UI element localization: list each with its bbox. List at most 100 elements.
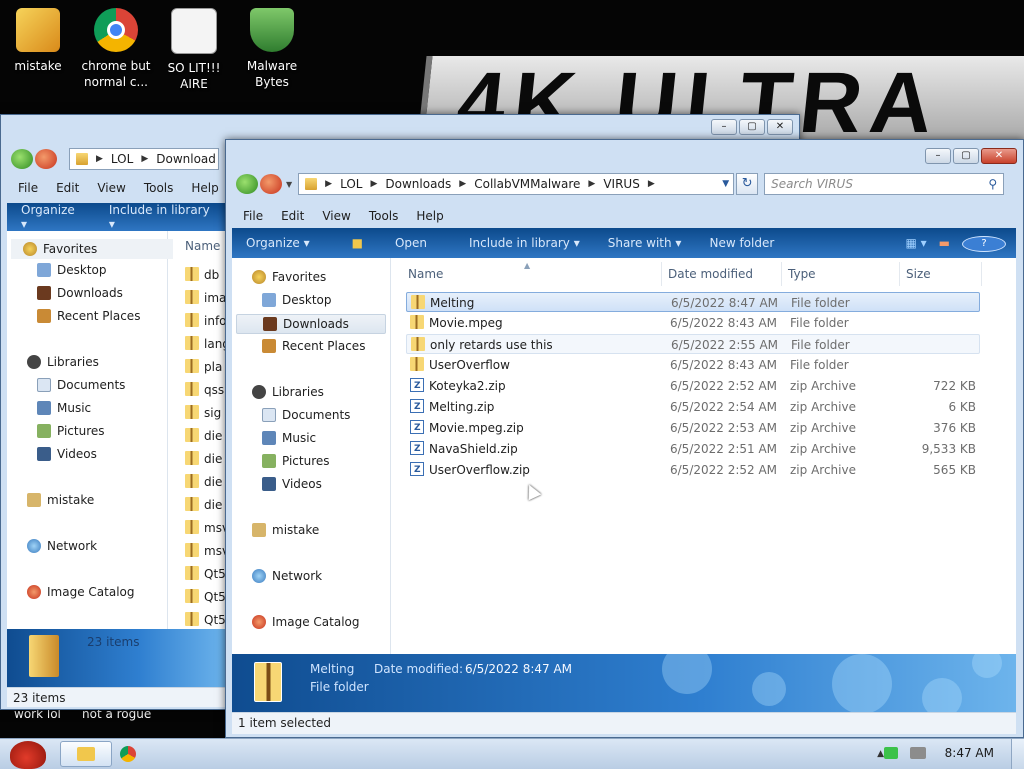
table-row[interactable]: Movie.mpeg 6/5/2022 8:43 AM File folder <box>406 313 980 333</box>
nav-desktop[interactable]: Desktop <box>262 293 332 307</box>
explorer-window-front[interactable]: – ▢ ✕ ▼ ▶ LOL ▶ Downloads ▶ CollabVMMalw… <box>225 139 1024 738</box>
nav-music[interactable]: Music <box>262 431 316 445</box>
nav-favorites[interactable]: Favorites <box>252 270 326 284</box>
desktop-icon-cards[interactable]: SO LIT!!! AIRE <box>156 8 232 92</box>
start-button[interactable] <box>4 739 48 769</box>
table-row[interactable]: Koteyka2.zip 6/5/2022 2:52 AM zip Archive 7… <box>406 376 980 396</box>
close-button[interactable]: ✕ <box>981 148 1017 164</box>
nav-downloads[interactable]: Downloads <box>37 286 123 300</box>
breadcrumb-lol[interactable]: LOL <box>340 177 362 191</box>
address-dropdown-icon[interactable]: ▼ <box>722 179 729 189</box>
menu-tools[interactable]: Tools <box>135 179 183 197</box>
taskbar-chrome-button[interactable] <box>118 741 140 767</box>
desktop-icon-malwarebytes[interactable]: Malware Bytes <box>234 8 310 90</box>
list-item[interactable]: info <box>185 311 227 331</box>
taskbar-explorer-button[interactable] <box>60 741 112 767</box>
menu-help[interactable]: Help <box>182 179 227 197</box>
column-header-type[interactable]: Type <box>784 262 900 286</box>
list-item[interactable]: die <box>185 472 222 492</box>
close-button[interactable]: ✕ <box>767 119 793 135</box>
nav-recent[interactable]: Recent Places <box>37 309 140 323</box>
list-item[interactable]: die <box>185 449 222 469</box>
nav-pictures[interactable]: Pictures <box>262 454 330 468</box>
breadcrumb-item[interactable]: Download <box>156 152 216 166</box>
nav-image-catalog[interactable]: Image Catalog <box>252 615 359 629</box>
nav-network[interactable]: Network <box>27 539 97 553</box>
list-item[interactable]: qss <box>185 380 224 400</box>
table-row[interactable]: UserOverflow.zip 6/5/2022 2:52 AM zip Arch… <box>406 460 980 480</box>
show-hidden-icons-icon[interactable]: ▲ <box>877 749 884 759</box>
nav-desktop[interactable]: Desktop <box>37 263 107 277</box>
list-item[interactable]: die <box>185 495 222 515</box>
nav-libraries[interactable]: Libraries <box>252 385 324 399</box>
include-library-button[interactable]: Include in library ▾ <box>455 236 594 250</box>
menu-file[interactable]: File <box>234 207 272 225</box>
nav-videos[interactable]: Videos <box>37 447 97 461</box>
back-button[interactable] <box>11 149 33 169</box>
new-folder-button[interactable]: New folder <box>695 236 788 250</box>
back-button[interactable] <box>236 174 258 194</box>
forward-button[interactable] <box>35 149 57 169</box>
search-input[interactable]: Search VIRUS ⚲ <box>764 173 1005 195</box>
list-item[interactable]: msv <box>185 518 229 538</box>
menu-edit[interactable]: Edit <box>47 179 88 197</box>
nav-downloads[interactable]: Downloads <box>236 314 386 334</box>
minimize-button[interactable]: – <box>711 119 737 135</box>
column-header-name[interactable]: Name ▲ <box>404 261 662 286</box>
menu-file[interactable]: File <box>9 179 47 197</box>
breadcrumb-virus[interactable]: VIRUS <box>603 177 640 191</box>
list-item[interactable]: ima <box>185 288 226 308</box>
nav-network[interactable]: Network <box>252 569 322 583</box>
view-options-icon[interactable]: ▦ ▾ <box>899 236 932 250</box>
include-library-button[interactable]: Include in library ▾ <box>95 203 227 231</box>
menu-edit[interactable]: Edit <box>272 207 313 225</box>
maximize-button[interactable]: ▢ <box>739 119 765 135</box>
breadcrumb-downloads[interactable]: Downloads <box>385 177 451 191</box>
open-button[interactable]: ■ Open <box>324 236 455 250</box>
column-header-name[interactable]: Name <box>185 239 220 253</box>
recent-pages-icon[interactable]: ▼ <box>286 180 292 189</box>
organize-button[interactable]: Organize ▾ <box>7 203 95 231</box>
list-item[interactable]: pla <box>185 357 222 377</box>
list-item[interactable]: sig <box>185 403 221 423</box>
nav-documents[interactable]: Documents <box>262 408 350 422</box>
share-with-button[interactable]: Share with ▾ <box>594 236 696 250</box>
list-item[interactable]: msv <box>185 541 229 561</box>
minimize-button[interactable]: – <box>925 148 951 164</box>
desktop-icon-mistake[interactable]: mistake <box>0 8 76 74</box>
help-icon[interactable]: ? <box>956 235 1016 252</box>
list-item[interactable]: db <box>185 265 219 285</box>
show-desktop-button[interactable] <box>1011 739 1024 769</box>
nav-pictures[interactable]: Pictures <box>37 424 105 438</box>
refresh-icon[interactable]: ↻ <box>736 173 759 195</box>
menu-help[interactable]: Help <box>407 207 452 225</box>
nav-user[interactable]: mistake <box>252 523 319 537</box>
column-header-size[interactable]: Size <box>902 262 982 286</box>
list-item[interactable]: die <box>185 426 222 446</box>
list-item[interactable]: Qt5 <box>185 610 226 630</box>
nav-user[interactable]: mistake <box>27 493 94 507</box>
table-row[interactable]: UserOverflow 6/5/2022 8:43 AM File folder <box>406 355 980 375</box>
clock[interactable]: 8:47 AM <box>945 746 994 760</box>
list-item[interactable]: Qt5 <box>185 564 226 584</box>
maximize-button[interactable]: ▢ <box>953 148 979 164</box>
menu-tools[interactable]: Tools <box>360 207 408 225</box>
nav-favorites[interactable]: Favorites <box>11 239 173 259</box>
breadcrumb-item[interactable]: LOL <box>111 152 133 166</box>
volume-icon[interactable] <box>910 747 926 759</box>
table-row[interactable]: NavaShield.zip 6/5/2022 2:51 AM zip Archiv… <box>406 439 980 459</box>
table-row[interactable]: only retards use this 6/5/2022 2:55 AM Fil… <box>406 334 980 354</box>
breadcrumb-collabvmmalware[interactable]: CollabVMMalware <box>474 177 580 191</box>
list-item[interactable]: Qt5 <box>185 587 226 607</box>
forward-button[interactable] <box>260 174 282 194</box>
search-icon[interactable]: ⚲ <box>988 177 997 191</box>
organize-button[interactable]: Organize ▾ <box>232 236 324 250</box>
address-bar[interactable]: ▶ LOL ▶ Downloads ▶ CollabVMMalware ▶ VI… <box>298 173 735 195</box>
nav-documents[interactable]: Documents <box>37 378 125 392</box>
nav-music[interactable]: Music <box>37 401 91 415</box>
nav-image-catalog[interactable]: Image Catalog <box>27 585 134 599</box>
list-item[interactable]: lang <box>185 334 230 354</box>
menu-view[interactable]: View <box>88 179 134 197</box>
table-row[interactable]: Melting.zip 6/5/2022 2:54 AM zip Archive 6 … <box>406 397 980 417</box>
menu-view[interactable]: View <box>313 207 359 225</box>
